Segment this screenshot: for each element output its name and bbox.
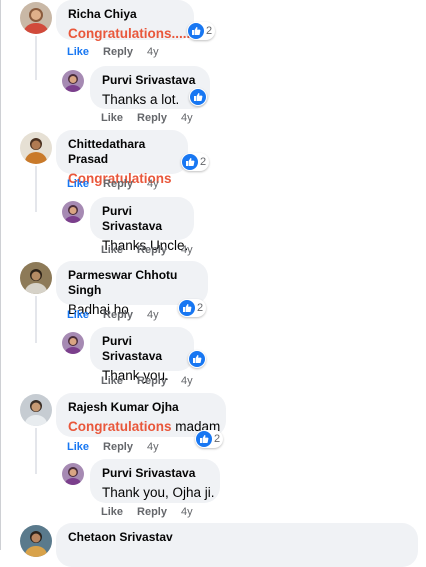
comment-bubble: Richa Chiya Congratulations..... [56, 0, 194, 42]
tagged-text[interactable]: Congratulations [68, 419, 172, 434]
timestamp[interactable]: 4y [181, 111, 193, 125]
reaction-count[interactable] [188, 350, 206, 368]
reaction-number: 2 [214, 433, 221, 445]
timestamp[interactable]: 4y [181, 505, 193, 519]
avatar[interactable] [62, 201, 84, 223]
timestamp[interactable]: 4y [147, 308, 159, 322]
comment-actions: Like Reply 4y [101, 505, 193, 519]
avatar[interactable] [20, 525, 52, 557]
comment-actions: Like Reply 4y [67, 308, 159, 322]
comment-author[interactable]: Parmeswar Chhotu Singh [68, 268, 196, 298]
avatar[interactable] [20, 132, 52, 164]
avatar[interactable] [62, 70, 84, 92]
reply-link[interactable]: Reply [137, 243, 167, 257]
comment-actions: Like Reply 4y [101, 374, 193, 388]
like-thumb-icon [189, 351, 205, 367]
reply-link[interactable]: Reply [137, 374, 167, 388]
comment-actions: Like Reply 4y [67, 177, 159, 191]
like-link[interactable]: Like [67, 45, 89, 59]
timestamp[interactable]: 4y [181, 374, 193, 388]
reaction-count[interactable]: 2 [178, 299, 207, 317]
reply-link[interactable]: Reply [103, 440, 133, 454]
like-link[interactable]: Like [101, 243, 123, 257]
reaction-number: 2 [197, 302, 204, 314]
thread-line [35, 36, 37, 80]
avatar[interactable] [20, 2, 52, 34]
avatar[interactable] [62, 463, 84, 485]
reply-bubble: Purvi Srivastava Thank you, Ojha ji. [90, 459, 220, 503]
like-link[interactable]: Like [67, 308, 89, 322]
comment-text: Thank you, Ojha ji. [102, 485, 215, 500]
comment-author[interactable]: Purvi Srivastava [102, 73, 198, 88]
like-link[interactable]: Like [67, 440, 89, 454]
like-link[interactable]: Like [101, 111, 123, 125]
reply-bubble: Purvi Srivastava Thank you. [90, 327, 194, 383]
like-thumb-icon [190, 89, 206, 105]
timestamp[interactable]: 4y [147, 45, 159, 59]
comment-author[interactable]: Purvi Srivastava [102, 204, 182, 234]
reaction-count[interactable] [189, 88, 207, 106]
comment-text: Thanks a lot. [102, 92, 180, 107]
reply-bubble: Purvi Srivastava Thanks Uncle. [90, 197, 194, 253]
reaction-number: 2 [206, 25, 213, 37]
comment-author[interactable]: Richa Chiya [68, 7, 182, 22]
like-link[interactable]: Like [101, 505, 123, 519]
comment-author[interactable]: Rajesh Kumar Ojha [68, 400, 214, 415]
comment-bubble: Chetaon Srivastav [56, 523, 418, 567]
reply-link[interactable]: Reply [103, 45, 133, 59]
thread-line [35, 296, 37, 343]
thread-line [35, 428, 37, 474]
comment-actions: Like Reply 4y [67, 45, 159, 59]
like-thumb-icon [179, 300, 195, 316]
reaction-count[interactable]: 2 [195, 430, 224, 448]
like-thumb-icon [196, 431, 212, 447]
like-thumb-icon [182, 154, 198, 170]
comment-actions: Like Reply 4y [101, 111, 193, 125]
like-link[interactable]: Like [101, 374, 123, 388]
reaction-number: 2 [200, 156, 207, 168]
comment-author[interactable]: Chetaon Srivastav [68, 530, 406, 545]
comment-actions: Like Reply 4y [101, 243, 193, 257]
comment-text: Congratulations..... [68, 25, 190, 42]
timestamp[interactable]: 4y [181, 243, 193, 257]
comment-text: Congratulations madam [68, 419, 221, 434]
timestamp[interactable]: 4y [147, 440, 159, 454]
avatar[interactable] [62, 332, 84, 354]
timestamp[interactable]: 4y [147, 177, 159, 191]
panel-border [0, 0, 1, 550]
reply-link[interactable]: Reply [137, 505, 167, 519]
reply-link[interactable]: Reply [137, 111, 167, 125]
avatar[interactable] [20, 394, 52, 426]
like-link[interactable]: Like [67, 177, 89, 191]
reply-link[interactable]: Reply [103, 308, 133, 322]
comment-bubble: Chittedathara Prasad Congratulations [56, 130, 188, 186]
reaction-count[interactable]: 2 [187, 22, 216, 40]
comment-actions: Like Reply 4y [67, 440, 159, 454]
comment-author[interactable]: Purvi Srivastava [102, 466, 208, 481]
avatar[interactable] [20, 262, 52, 294]
reply-link[interactable]: Reply [103, 177, 133, 191]
reaction-count[interactable]: 2 [181, 153, 210, 171]
thread-line [35, 166, 37, 212]
like-thumb-icon [188, 23, 204, 39]
tagged-text[interactable]: Congratulations..... [68, 26, 190, 41]
comment-author[interactable]: Chittedathara Prasad [68, 137, 176, 167]
comment-author[interactable]: Purvi Srivastava [102, 334, 182, 364]
